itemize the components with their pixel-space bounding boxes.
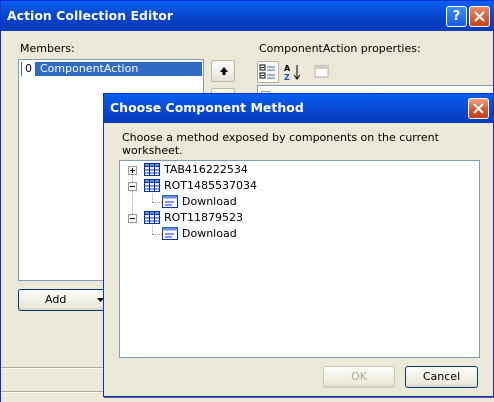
outer-close-button[interactable] [469,6,490,27]
properties-label: ComponentAction properties: [259,42,421,55]
table-icon [144,179,160,192]
dialog-description: Choose a method exposed by components on… [122,131,439,157]
close-icon [474,11,485,22]
method-tree[interactable]: TAB416222534 ROT1485537034 Download ROT1… [119,160,480,358]
tree-node-tab416222534[interactable]: TAB416222534 [120,162,320,178]
dialog-close-button[interactable] [468,98,489,119]
svg-text:Z: Z [284,73,290,81]
outer-window-title: Action Collection Editor [7,8,173,23]
property-pages-button[interactable] [311,61,333,83]
categorized-icon [259,64,275,79]
choose-component-method-dialog: Choose Component Method Choose a method … [103,93,494,397]
collapse-icon[interactable] [128,214,137,223]
alphabetical-button[interactable]: A Z [281,61,303,83]
arrow-up-icon [220,67,228,75]
table-icon [144,211,160,224]
members-label: Members: [20,42,75,55]
dialog-title: Choose Component Method [110,100,304,115]
close-icon [473,103,484,114]
add-button[interactable]: Add [18,289,106,311]
tree-node-label: ROT11879523 [164,211,244,224]
member-name: ComponentAction [40,62,139,75]
tree-node-download[interactable]: Download [120,226,320,242]
cancel-button[interactable]: Cancel [405,366,478,388]
dialog-title-bar[interactable]: Choose Component Method [104,94,493,123]
tree-node-download[interactable]: Download [120,194,320,210]
move-up-button[interactable] [211,60,235,82]
list-item[interactable]: 0 ComponentAction [21,62,202,76]
tree-node-label: Download [182,227,237,240]
divider [1,367,105,369]
categorized-button[interactable] [257,61,279,83]
collapse-icon[interactable] [128,182,137,191]
tree-node-rot11879523[interactable]: ROT11879523 [120,210,320,226]
tree-node-label: Download [182,195,237,208]
tree-node-rot1485537034[interactable]: ROT1485537034 [120,178,320,194]
ok-button[interactable]: OK [323,366,395,388]
method-icon [162,195,178,208]
tree-node-label: TAB416222534 [164,163,248,176]
help-button[interactable]: ? [446,6,467,27]
expand-icon[interactable] [128,166,137,175]
sort-alphabetical-icon: A Z [284,64,301,81]
tree-node-label: ROT1485537034 [164,179,258,192]
property-pages-icon [314,65,329,78]
add-button-label: Add [45,293,67,306]
member-index: 0 [22,62,35,76]
table-icon [144,163,160,176]
properties-toolbar: A Z [257,61,347,85]
svg-text:A: A [284,64,291,73]
method-icon [162,227,178,240]
divider [1,391,105,393]
outer-title-bar[interactable]: Action Collection Editor ? [1,1,494,31]
